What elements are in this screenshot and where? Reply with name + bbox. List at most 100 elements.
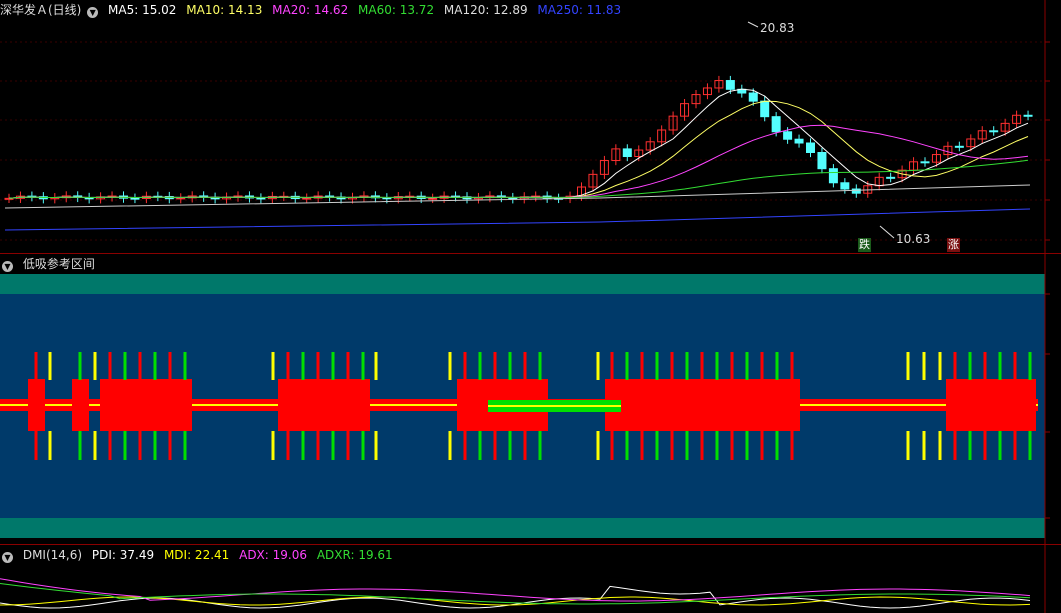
band-tick-lower <box>1013 431 1017 460</box>
band-tick-lower <box>906 431 910 460</box>
band-chart[interactable] <box>0 254 1061 544</box>
band-tick-upper <box>685 352 689 380</box>
band-tick-upper <box>938 352 942 380</box>
price-panel[interactable]: 深华发Ａ(日线) ▼ MA5: 15.02 MA10: 14.13 MA20: … <box>0 0 1061 253</box>
band-tick-upper <box>286 352 290 380</box>
chevron-down-icon[interactable]: ▼ <box>2 261 13 272</box>
candle-body <box>920 161 930 164</box>
band-tick-upper <box>361 352 365 380</box>
band-tick-lower <box>596 431 600 460</box>
dmi-title: DMI(14,6) <box>22 548 83 562</box>
band-tick-lower <box>93 431 97 460</box>
band-tick-lower <box>286 431 290 460</box>
candle-body <box>428 197 438 200</box>
high-pointer <box>747 21 759 28</box>
price-panel-header: 深华发Ａ(日线) ▼ MA5: 15.02 MA10: 14.13 MA20: … <box>0 0 627 20</box>
band-tick-lower <box>700 431 704 460</box>
band-tick-lower <box>34 431 38 460</box>
ma10-label: MA10: 14.13 <box>186 3 263 17</box>
band-tick-upper <box>346 352 350 380</box>
ma250-line <box>4 208 1031 231</box>
band-tick-upper <box>596 352 600 380</box>
stock-title: 深华发Ａ(日线) <box>0 3 82 17</box>
dmi-panel-header: ▼ DMI(14,6) PDI: 37.49 MDI: 22.41 ADX: 1… <box>0 545 399 565</box>
band-tick-lower <box>271 431 275 460</box>
adx-label: ADX: 19.06 <box>239 548 307 562</box>
band-tick-upper <box>538 352 542 380</box>
band-tick-upper <box>93 352 97 380</box>
band-tick-lower <box>523 431 527 460</box>
candle-body <box>748 92 758 102</box>
ma250-label: MA250: 11.83 <box>537 3 622 17</box>
band-tick-lower <box>610 431 614 460</box>
band-tick-upper <box>108 352 112 380</box>
candle-body <box>302 197 312 200</box>
band-panel[interactable]: ▼ 低吸参考区间 <box>0 254 1061 544</box>
band-tick-upper <box>640 352 644 380</box>
band-tick-upper <box>700 352 704 380</box>
candle-body <box>725 80 735 90</box>
band-tick-lower <box>493 431 497 460</box>
candlestick-chart[interactable] <box>0 0 1061 253</box>
band-tick-upper <box>670 352 674 380</box>
band-tick-lower <box>301 431 305 460</box>
band-tick-lower <box>640 431 644 460</box>
candle-body <box>840 182 850 190</box>
band-block <box>100 379 192 431</box>
dmi-panel[interactable]: ▼ DMI(14,6) PDI: 37.49 MDI: 22.41 ADX: 1… <box>0 545 1061 613</box>
band-tick-lower <box>463 431 467 460</box>
band-tick-upper <box>271 352 275 380</box>
band-block <box>278 379 370 431</box>
ma60-label: MA60: 13.72 <box>358 3 435 17</box>
band-tick-upper <box>138 352 142 380</box>
band-tick-upper <box>153 352 157 380</box>
band-tick-lower <box>316 431 320 460</box>
band-tick-lower <box>775 431 779 460</box>
band-tick-upper <box>906 352 910 380</box>
ma5-label: MA5: 15.02 <box>108 3 177 17</box>
candle-body <box>622 148 632 158</box>
candle-body <box>954 145 964 148</box>
candle-body <box>828 168 838 184</box>
candle-body <box>989 130 999 133</box>
band-tick-lower <box>760 431 764 460</box>
chevron-down-icon[interactable]: ▼ <box>87 7 99 18</box>
band-tick-upper <box>625 352 629 380</box>
ma120-label: MA120: 12.89 <box>443 3 528 17</box>
band-tick-lower <box>448 431 452 460</box>
band-tick-lower <box>508 431 512 460</box>
band-tick-upper <box>493 352 497 380</box>
adxr-line <box>0 583 1031 605</box>
band-tick-upper <box>983 352 987 380</box>
band-tick-upper <box>478 352 482 380</box>
band-tick-upper <box>463 352 467 380</box>
band-tick-upper <box>790 352 794 380</box>
band-tick-upper <box>760 352 764 380</box>
band-tick-lower <box>138 431 142 460</box>
candle-body <box>806 142 815 153</box>
band-tick-lower <box>1028 431 1032 460</box>
chevron-down-icon[interactable]: ▼ <box>2 552 13 563</box>
low-price-label: 10.63 <box>896 232 931 246</box>
band-tick-upper <box>610 352 614 380</box>
band-tick-upper <box>730 352 734 380</box>
band-tick-lower <box>655 431 659 460</box>
band-tick-upper <box>1028 352 1032 380</box>
band-tick-upper <box>715 352 719 380</box>
candle-body <box>771 116 781 133</box>
band-tick-lower <box>625 431 629 460</box>
candle-body <box>783 131 793 140</box>
high-price-label: 20.83 <box>760 21 795 35</box>
band-block <box>605 379 800 431</box>
band-tick-lower <box>361 431 365 460</box>
candle-body <box>886 176 896 179</box>
band-tick-lower <box>790 431 794 460</box>
band-tick-upper <box>508 352 512 380</box>
band-tick-lower <box>48 431 52 460</box>
band-tick-lower <box>78 431 82 460</box>
band-tick-lower <box>715 431 719 460</box>
band-tick-lower <box>938 431 942 460</box>
band-tick-lower <box>478 431 482 460</box>
band-tick-upper <box>655 352 659 380</box>
band-tick-lower <box>968 431 972 460</box>
